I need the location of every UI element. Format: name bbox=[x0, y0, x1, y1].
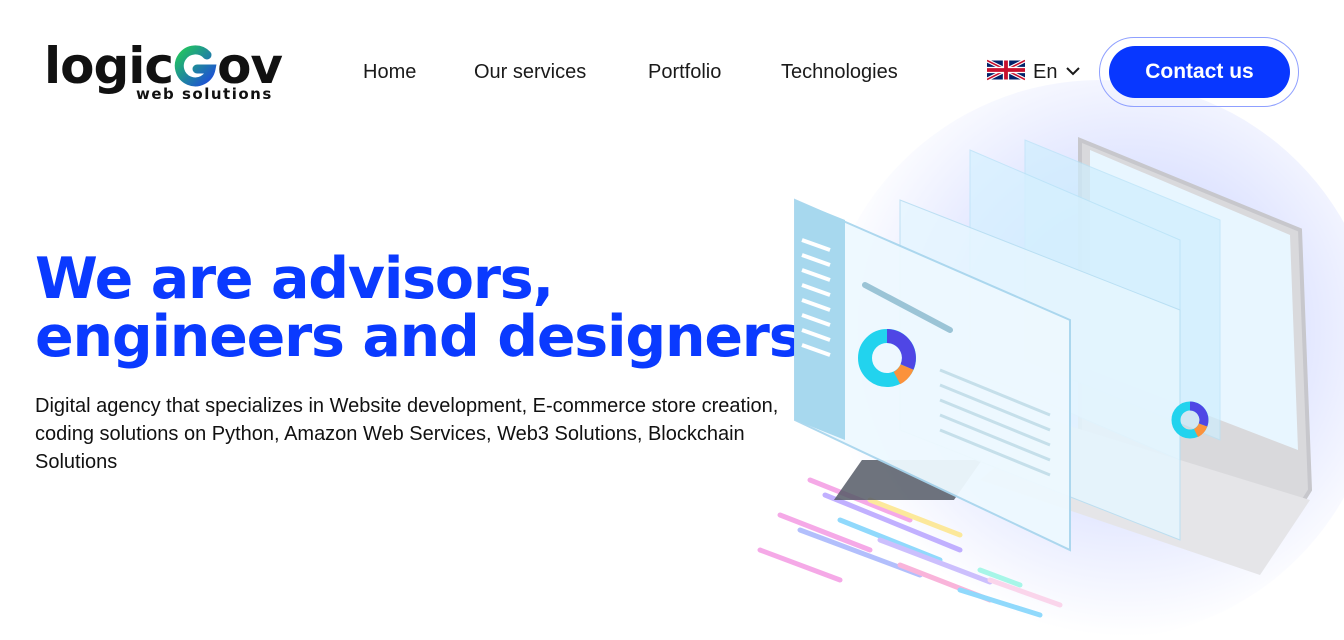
language-selector[interactable]: En bbox=[986, 58, 1081, 86]
nav-our-services[interactable]: Our services bbox=[474, 60, 586, 84]
logo-subtitle: web solutions bbox=[136, 85, 273, 103]
nav-home[interactable]: Home bbox=[363, 60, 416, 84]
logo-g-icon bbox=[173, 44, 217, 88]
nav-portfolio[interactable]: Portfolio bbox=[648, 60, 721, 84]
nav-technologies[interactable]: Technologies bbox=[781, 60, 898, 84]
uk-flag-icon bbox=[986, 58, 1026, 86]
chevron-down-icon bbox=[1065, 63, 1081, 81]
contact-button-outline: Contact us bbox=[1099, 37, 1299, 107]
logo[interactable]: logic ov web solutions bbox=[44, 38, 294, 104]
language-label: En bbox=[1033, 60, 1058, 83]
hero-illustration bbox=[757, 137, 1313, 618]
contact-us-button[interactable]: Contact us bbox=[1109, 46, 1290, 98]
